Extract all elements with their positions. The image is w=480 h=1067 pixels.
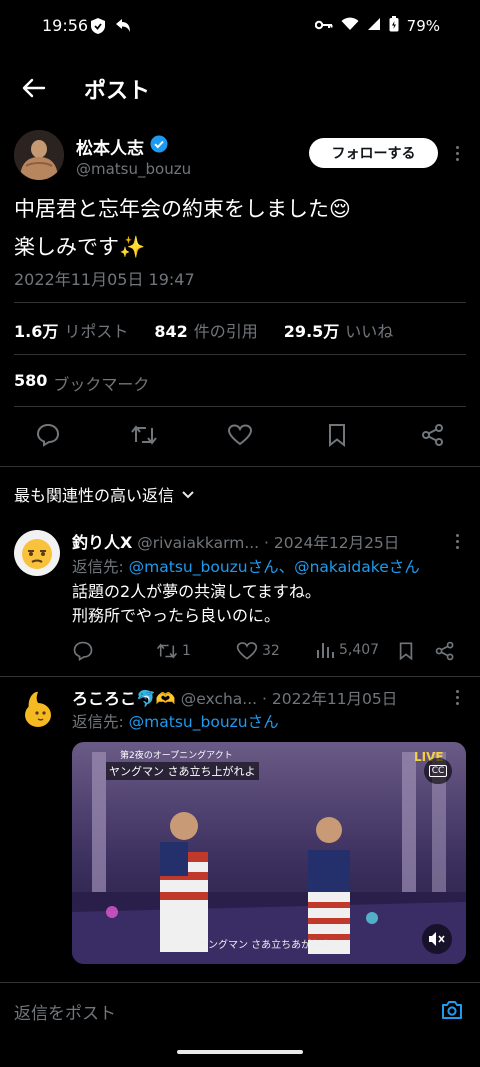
reply-to-mentions[interactable]: @matsu_bouzuさん、@nakaidakeさん bbox=[129, 558, 420, 576]
reply-text-line: 刑務所でやったら良いのに。 bbox=[72, 606, 281, 625]
arrow-left-icon bbox=[22, 78, 46, 98]
reply-to-mentions[interactable]: @matsu_bouzuさん bbox=[129, 713, 279, 731]
reply-date[interactable]: · 2022年11月05日 bbox=[262, 690, 397, 708]
status-bar: 19:56 79% bbox=[0, 0, 480, 54]
camera-icon[interactable] bbox=[440, 998, 464, 1022]
reposts-count[interactable]: 1.6万 bbox=[14, 318, 58, 342]
reply-text: 話題の2人が夢の共演してますね。 刑務所でやったら良いのに。 bbox=[72, 580, 321, 628]
bookmarks-stat[interactable]: 580 ブックマーク bbox=[14, 371, 149, 395]
repost-icon bbox=[156, 643, 178, 659]
reposts-label[interactable]: リポスト bbox=[64, 318, 128, 342]
more-options-icon[interactable] bbox=[448, 687, 466, 707]
reply-action-bar: 1 32 5,407 bbox=[72, 640, 464, 664]
reply-composer-input[interactable]: 返信をポスト bbox=[14, 999, 116, 1024]
repost-icon[interactable] bbox=[130, 422, 158, 450]
battery-level: 79% bbox=[406, 17, 440, 35]
missed-call-icon bbox=[114, 18, 132, 38]
author-avatar[interactable] bbox=[14, 130, 64, 180]
key-icon bbox=[314, 17, 333, 35]
gesture-bar[interactable] bbox=[177, 1050, 303, 1054]
share-icon bbox=[435, 641, 454, 661]
reply-date[interactable]: · 2024年12月25日 bbox=[264, 534, 399, 552]
likes-count[interactable]: 29.5万 bbox=[284, 318, 339, 342]
author-name[interactable]: 松本人志 bbox=[76, 134, 144, 159]
mute-button[interactable] bbox=[422, 924, 452, 954]
reply-share-button[interactable] bbox=[434, 640, 456, 662]
reply-avatar[interactable] bbox=[14, 686, 60, 732]
reply-author-name[interactable]: ろころこ🐬🫶 bbox=[72, 689, 176, 708]
divider bbox=[0, 466, 480, 467]
divider bbox=[0, 676, 480, 677]
author-handle[interactable]: @matsu_bouzu bbox=[76, 160, 191, 178]
post-timestamp[interactable]: 2022年11月05日 19:47 bbox=[14, 266, 195, 290]
status-right: 79% bbox=[314, 16, 440, 36]
bookmarks-label: ブックマーク bbox=[53, 375, 150, 394]
post-text: 中居君と忘年会の約束をしました😌 楽しみです✨ bbox=[14, 190, 454, 266]
reply-avatar[interactable] bbox=[14, 530, 60, 576]
video-subtitle-bottom: ヤングマン さあ立ちあがれよ bbox=[198, 940, 332, 951]
reply-reply-button[interactable] bbox=[72, 640, 94, 662]
quotes-label[interactable]: 件の引用 bbox=[194, 318, 258, 342]
speaker-muted-icon bbox=[429, 932, 445, 946]
more-options-icon[interactable] bbox=[448, 143, 466, 163]
likes-label[interactable]: いいね bbox=[345, 318, 393, 342]
reply-to-line: 返信先: @matsu_bouzuさん、@nakaidakeさん bbox=[72, 555, 420, 577]
reply-icon[interactable] bbox=[35, 422, 63, 450]
bookmarks-count: 580 bbox=[14, 371, 48, 390]
signal-icon bbox=[367, 17, 381, 35]
quotes-count[interactable]: 842 bbox=[154, 322, 187, 341]
more-options-icon[interactable] bbox=[448, 531, 466, 551]
video-player[interactable]: 第2夜のオープニングアクト ヤングマン さあ立ち上がれよ ヤングマン さあ立ちあ… bbox=[72, 742, 466, 964]
post-text-line: 中居君と忘年会の約束をしました😌 bbox=[14, 197, 351, 221]
divider bbox=[0, 982, 480, 983]
reply-to-prefix: 返信先: bbox=[72, 713, 124, 731]
reply-like-count: 32 bbox=[262, 643, 280, 659]
wifi-icon bbox=[341, 17, 359, 35]
reply-to-line: 返信先: @matsu_bouzuさん bbox=[72, 710, 279, 732]
video-caption-top: 第2夜のオープニングアクト bbox=[120, 751, 233, 761]
follow-button[interactable]: フォローする bbox=[309, 138, 438, 168]
reply-author-handle[interactable]: @excha... bbox=[181, 690, 257, 708]
reply-header: ろころこ🐬🫶 @excha... · 2022年11月05日 bbox=[72, 685, 397, 709]
back-button[interactable] bbox=[20, 74, 48, 102]
engagement-stats: 1.6万 リポスト 842 件の引用 29.5万 いいね bbox=[14, 318, 393, 342]
reply-repost-count: 1 bbox=[182, 643, 191, 659]
battery-icon bbox=[389, 16, 399, 36]
cc-label: CC bbox=[428, 765, 448, 777]
chevron-down-icon bbox=[182, 491, 194, 499]
bookmark-icon bbox=[399, 642, 413, 661]
divider bbox=[14, 302, 466, 303]
reply-author-name[interactable]: 釣り人X bbox=[72, 533, 132, 552]
post-text-line: 楽しみです✨ bbox=[14, 235, 146, 259]
closed-captions-button[interactable]: CC bbox=[424, 758, 452, 784]
reply-text-line: 話題の2人が夢の共演してますね。 bbox=[72, 582, 321, 601]
replies-sort-dropdown[interactable]: 最も関連性の高い返信 bbox=[14, 482, 196, 506]
reply-bookmark-button[interactable] bbox=[396, 640, 416, 662]
author-name-row[interactable]: 松本人志 bbox=[76, 134, 168, 159]
reply-author-handle[interactable]: @rivaiakkarm... bbox=[137, 534, 259, 552]
divider bbox=[14, 354, 466, 355]
reply-views-count: 5,407 bbox=[339, 642, 380, 658]
video-subtitle-top: ヤングマン さあ立ち上がれよ bbox=[106, 762, 259, 780]
reply-views-button[interactable]: 5,407 bbox=[315, 640, 379, 660]
verified-badge-icon bbox=[150, 135, 168, 158]
share-icon[interactable] bbox=[420, 422, 448, 450]
page-title: ポスト bbox=[84, 79, 151, 104]
divider bbox=[14, 406, 466, 407]
reply-to-prefix: 返信先: bbox=[72, 558, 124, 576]
reply-like-button[interactable]: 32 bbox=[236, 640, 280, 662]
reply-icon bbox=[73, 641, 93, 661]
bookmark-icon[interactable] bbox=[324, 422, 352, 450]
post-action-bar bbox=[0, 418, 480, 454]
replies-sort-label: 最も関連性の高い返信 bbox=[14, 486, 175, 505]
like-icon[interactable] bbox=[227, 422, 255, 450]
like-icon bbox=[236, 642, 258, 660]
shield-icon bbox=[90, 17, 106, 39]
status-time: 19:56 bbox=[42, 16, 89, 35]
views-icon bbox=[317, 643, 334, 658]
reply-header: 釣り人X @rivaiakkarm... · 2024年12月25日 bbox=[72, 529, 399, 553]
reply-repost-button[interactable]: 1 bbox=[156, 640, 191, 662]
